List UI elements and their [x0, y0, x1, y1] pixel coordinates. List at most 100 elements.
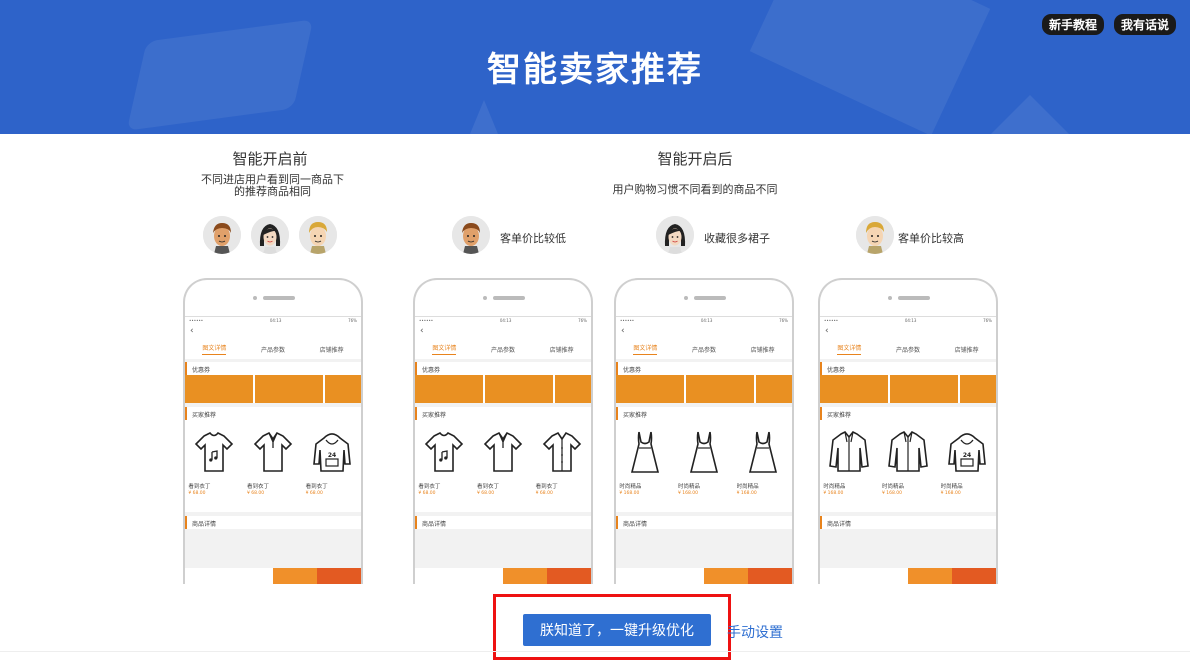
banner-decoration	[990, 95, 1070, 134]
before-desc-line: 的推荐商品相同	[234, 185, 311, 198]
product-price: ¥ 68.00	[305, 491, 323, 496]
status-bar: •••••• 04:13 76%	[185, 317, 361, 325]
buy-now-block	[748, 568, 792, 584]
back-icon: ‹	[415, 325, 591, 339]
tab-params: 产品参数	[895, 346, 920, 354]
hoodie-icon: 24	[947, 433, 986, 472]
buy-now-block	[952, 568, 996, 584]
product-list: 时尚精品 ¥ 168.00 时尚精品 ¥ 168.00 24 时尚精品 ¥ 16…	[820, 420, 996, 512]
buy-bar	[820, 568, 996, 584]
recommend-label: 买家推荐	[185, 407, 361, 420]
product-name: 时尚精品	[940, 484, 963, 490]
persona-label: 客单价比较高	[898, 232, 964, 245]
detail-section: 商品详情	[415, 516, 591, 529]
page-title: 智能卖家推荐	[487, 50, 703, 90]
tshirt-icon	[425, 431, 464, 472]
product-price: ¥ 68.00	[188, 491, 206, 496]
coupon-tile	[616, 375, 684, 403]
product-card: 时尚精品 ¥ 168.00	[678, 428, 730, 512]
avatar-woman-icon	[251, 216, 289, 254]
upgrade-button[interactable]: 朕知道了，一键升级优化	[523, 614, 711, 646]
product-card: 24 看到衣丁 ¥ 68.00	[306, 428, 358, 512]
product-price: ¥ 68.00	[476, 491, 495, 496]
status-bar: •••••• 04:13 76%	[415, 317, 591, 325]
product-name: 时尚精品	[736, 484, 759, 490]
coupon-label: 优惠券	[185, 362, 361, 375]
product-card: 时尚精品 ¥ 168.00	[882, 428, 934, 512]
coupon-tile	[255, 375, 323, 403]
product-card: 时尚精品 ¥ 168.00	[737, 428, 789, 512]
detail-section: 商品详情	[616, 516, 792, 529]
svg-text:24: 24	[327, 452, 335, 459]
coupon-tile	[890, 375, 958, 403]
phone-mockup: •••••• 04:13 76% ‹ 图文详情 产品参数 店铺推荐 优惠券 买家…	[614, 278, 794, 584]
phone-mockup: •••••• 04:13 76% ‹ 图文详情 产品参数 店铺推荐 优惠券 买家…	[183, 278, 363, 584]
battery-indicator: 76%	[983, 318, 992, 323]
tab-params: 产品参数	[691, 346, 716, 354]
add-to-cart-block	[273, 568, 317, 584]
product-price: ¥ 168.00	[940, 491, 961, 496]
before-description: 不同进店用户看到同一商品下 的推荐商品相同	[190, 174, 355, 198]
manual-settings-link[interactable]: 手动设置	[727, 622, 783, 642]
status-bar: •••••• 04:13 76%	[820, 317, 996, 325]
product-price: ¥ 68.00	[246, 491, 265, 496]
detail-tabs: 图文详情 产品参数 店铺推荐	[820, 339, 996, 359]
tab-detail: 图文详情	[633, 343, 658, 355]
dress-icon	[748, 431, 777, 473]
tab-detail: 图文详情	[202, 343, 227, 355]
product-name: 看到衣丁	[305, 484, 328, 490]
coupon-section: 优惠券	[820, 362, 996, 403]
status-time: 04:13	[269, 318, 282, 323]
tab-detail: 图文详情	[432, 343, 457, 355]
product-name: 时尚精品	[823, 484, 846, 490]
buy-bar	[185, 568, 361, 584]
dress-icon	[631, 431, 660, 473]
tab-params: 产品参数	[260, 346, 285, 354]
detail-section: 商品详情	[820, 516, 996, 529]
product-card: 时尚精品 ¥ 168.00	[823, 428, 875, 512]
svg-text:24: 24	[962, 452, 970, 459]
phone-screen: •••••• 04:13 76% ‹ 图文详情 产品参数 店铺推荐 优惠券 买家…	[185, 316, 361, 584]
detail-tabs: 图文详情 产品参数 店铺推荐	[415, 339, 591, 359]
battery-indicator: 76%	[779, 318, 788, 323]
polo-icon	[483, 431, 523, 472]
buy-now-block	[317, 568, 361, 584]
product-card: 看到衣丁 ¥ 68.00	[188, 428, 240, 512]
coupon-tile	[555, 375, 591, 403]
phone-screen: •••••• 04:13 76% ‹ 图文详情 产品参数 店铺推荐 优惠券 买家…	[415, 316, 591, 584]
status-bar: •••••• 04:13 76%	[616, 317, 792, 325]
avatar-man-icon	[203, 216, 241, 254]
coupon-row	[185, 375, 361, 403]
tab-shop-recommend: 店铺推荐	[319, 346, 344, 354]
avatar-man-icon	[452, 216, 490, 254]
product-price: ¥ 168.00	[823, 491, 844, 496]
battery-indicator: 76%	[348, 318, 357, 323]
hoodie-icon: 24	[312, 433, 351, 472]
coupon-row	[616, 375, 792, 403]
product-list: 时尚精品 ¥ 168.00 时尚精品 ¥ 168.00 时尚精品 ¥ 168.0…	[616, 420, 792, 512]
signal-indicator: ••••••	[189, 318, 204, 323]
product-name: 看到衣丁	[418, 484, 441, 490]
polo-icon	[253, 431, 293, 472]
detail-tabs: 图文详情 产品参数 店铺推荐	[185, 339, 361, 359]
divider	[0, 651, 1190, 652]
tutorial-link[interactable]: 新手教程	[1041, 14, 1104, 35]
recommend-label: 买家推荐	[415, 407, 591, 420]
banner-decoration	[470, 100, 498, 134]
detail-label: 商品详情	[185, 516, 361, 529]
detail-label: 商品详情	[820, 516, 996, 529]
top-links: 新手教程 我有话说	[1041, 14, 1176, 35]
recommend-section: 买家推荐 看到衣丁 ¥ 68.00 看到衣丁 ¥ 68.00 看到衣丁 ¥ 68…	[415, 407, 591, 512]
feedback-link[interactable]: 我有话说	[1113, 14, 1176, 35]
product-name: 看到衣丁	[476, 484, 499, 490]
product-name: 时尚精品	[677, 484, 700, 490]
detail-label: 商品详情	[415, 516, 591, 529]
add-to-cart-block	[908, 568, 952, 584]
product-card: 看到衣丁 ¥ 68.00	[418, 428, 470, 512]
camera-dot	[483, 296, 487, 300]
dress-icon	[689, 431, 719, 473]
coupon-section: 优惠券	[415, 362, 591, 403]
product-price: ¥ 168.00	[736, 491, 757, 496]
product-name: 时尚精品	[881, 484, 904, 490]
shirt-icon	[542, 431, 581, 472]
